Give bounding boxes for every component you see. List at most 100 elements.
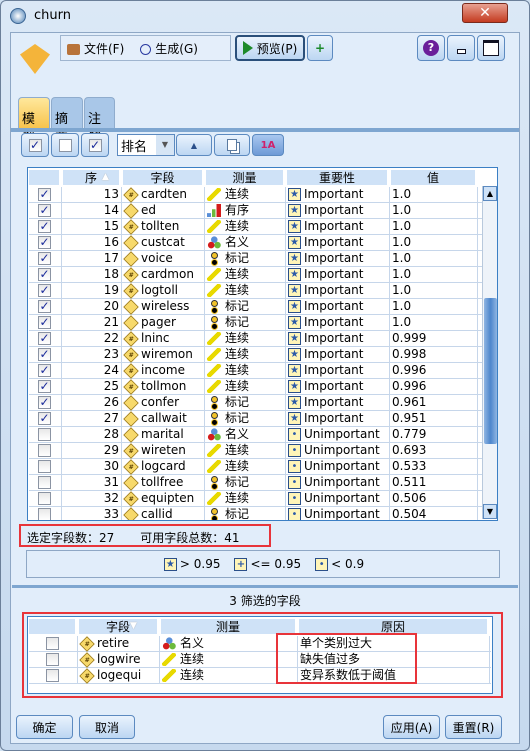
cell: 标记 [205, 251, 286, 267]
menu-file[interactable]: 文件(F) [67, 40, 124, 57]
include-checkbox[interactable]: ✓ [38, 188, 51, 201]
include-checkbox[interactable] [38, 460, 51, 473]
help-button[interactable]: ? [417, 35, 445, 61]
table-row[interactable]: 33 callid 标记 • Unimportant 0.504 [29, 507, 483, 521]
table-row[interactable]: ✓ 21 pager 标记 ★ Important 1.0 [29, 315, 483, 331]
table-row[interactable]: ✓ 23 # wiremon 连续 ★ Important 0.998 [29, 347, 483, 363]
table-row[interactable]: ✓ 14 ed 有序 ★ Important 1.0 [29, 203, 483, 219]
restore-checkbox[interactable] [46, 653, 59, 666]
column-header[interactable] [28, 618, 76, 635]
include-checkbox[interactable]: ✓ [38, 300, 51, 313]
table-row[interactable]: ✓ 18 # cardmon 连续 ★ Important 1.0 [29, 267, 483, 283]
include-checkbox[interactable]: ✓ [38, 204, 51, 217]
cell: 17 [62, 251, 122, 267]
measure: 连续 [225, 379, 250, 393]
table-row[interactable]: ✓ 24 # income 连续 ★ Important 0.996 [29, 363, 483, 379]
column-header[interactable]: 字段 [122, 169, 203, 186]
tab-annotation[interactable]: 注解 [84, 97, 115, 146]
cell: ★ Important [286, 299, 390, 315]
cell [28, 668, 78, 684]
importance: Important [304, 299, 364, 313]
apply-button[interactable]: 应用(A) [383, 715, 440, 739]
include-checkbox[interactable]: ✓ [38, 380, 51, 393]
copy-button[interactable] [214, 134, 250, 156]
column-header[interactable]: 序 [62, 169, 120, 186]
restore-checkbox[interactable] [46, 637, 59, 650]
table-row[interactable]: ✓ 27 callwait 标记 ★ Important 0.951 [29, 411, 483, 427]
table-row[interactable]: ✓ 20 wireless 标记 ★ Important 1.0 [29, 299, 483, 315]
include-checkbox[interactable]: ✓ [38, 220, 51, 233]
table-row[interactable]: ✓ 26 confer 标记 ★ Important 0.961 [29, 395, 483, 411]
ruler-icon [207, 492, 221, 505]
table-row[interactable]: 30 # logcard 连续 • Unimportant 0.533 [29, 459, 483, 475]
include-checkbox[interactable]: ✓ [38, 364, 51, 377]
table-row[interactable]: ✓ 22 # lninc 连续 ★ Important 0.999 [29, 331, 483, 347]
column-header[interactable]: 测量 [205, 169, 284, 186]
include-checkbox[interactable]: ✓ [38, 284, 51, 297]
filtered-row[interactable]: # retire 名义 单个类别过大 [29, 636, 491, 652]
ok-button[interactable]: 确定 [16, 715, 73, 739]
check-all-button[interactable]: ✓ [21, 133, 49, 157]
column-header[interactable]: 字段 [78, 618, 158, 635]
include-checkbox[interactable] [38, 476, 51, 489]
filtered-row[interactable]: # logequi 连续 变异系数低于阈值 [29, 668, 491, 684]
restore-checkbox[interactable] [46, 669, 59, 682]
include-checkbox[interactable]: ✓ [38, 316, 51, 329]
preview-button[interactable]: 预览(P) [235, 35, 305, 61]
column-header[interactable] [28, 169, 60, 186]
tab-model[interactable]: 模型 [18, 97, 50, 146]
table-row[interactable]: ✓ 13 # cardten 连续 ★ Important 1.0 [29, 187, 483, 203]
maximize-button[interactable] [477, 35, 505, 61]
ruler-icon [207, 188, 221, 201]
table-row[interactable]: ✓ 19 # logtoll 连续 ★ Important 1.0 [29, 283, 483, 299]
include-checkbox[interactable] [38, 428, 51, 441]
table-scrollbar[interactable]: ▲ ▼ [482, 186, 497, 519]
include-checkbox[interactable] [38, 444, 51, 457]
table-row[interactable]: 32 # equipten 连续 • Unimportant 0.506 [29, 491, 483, 507]
include-checkbox[interactable]: ✓ [38, 252, 51, 265]
sort-ascending-button[interactable]: ▲ [176, 134, 212, 156]
include-checkbox[interactable]: ✓ [38, 236, 51, 249]
scroll-down-button[interactable]: ▼ [483, 504, 497, 519]
splitter[interactable] [12, 585, 518, 588]
cell: ed [122, 203, 205, 219]
rank: 19 [103, 283, 119, 297]
scroll-up-button[interactable]: ▲ [483, 186, 497, 201]
include-checkbox[interactable]: ✓ [38, 332, 51, 345]
reset-button[interactable]: 重置(R) [445, 715, 502, 739]
include-checkbox[interactable]: ✓ [38, 348, 51, 361]
value: 0.504 [392, 507, 427, 521]
reason-highlight [276, 633, 417, 684]
table-row[interactable]: ✓ 17 voice 标记 ★ Important 1.0 [29, 251, 483, 267]
include-checkbox[interactable] [38, 492, 51, 505]
toggle-selection-button[interactable]: ✓ [81, 133, 109, 157]
add-to-stream-button[interactable]: + [307, 35, 333, 61]
table-row[interactable]: ✓ 15 # tollten 连续 ★ Important 1.0 [29, 219, 483, 235]
sort-order-button[interactable]: 1A [252, 134, 284, 156]
table-row[interactable]: ✓ 25 # tollmon 连续 ★ Important 0.996 [29, 379, 483, 395]
rank: 30 [103, 459, 119, 473]
sort-dropdown[interactable]: 排名 ▼ [117, 134, 175, 156]
table-row[interactable]: 29 # wireten 连续 • Unimportant 0.693 [29, 443, 483, 459]
include-checkbox[interactable] [38, 508, 51, 520]
tab-summary[interactable]: 摘要 [51, 97, 83, 146]
include-checkbox[interactable]: ✓ [38, 396, 51, 409]
include-checkbox[interactable]: ✓ [38, 268, 51, 281]
column-header[interactable]: 值 [390, 169, 476, 186]
minimize-button[interactable] [447, 35, 475, 61]
table-row[interactable]: ✓ 16 custcat 名义 ★ Important 1.0 [29, 235, 483, 251]
scroll-thumb[interactable] [484, 298, 497, 444]
table-row[interactable]: 31 tollfree 标记 • Unimportant 0.511 [29, 475, 483, 491]
cancel-button[interactable]: 取消 [79, 715, 135, 739]
cell: 标记 [205, 299, 286, 315]
close-button[interactable]: ✕ [462, 3, 508, 23]
table-row[interactable]: 28 marital 名义 • Unimportant 0.779 [29, 427, 483, 443]
uncheck-all-button[interactable] [51, 133, 79, 157]
column-header[interactable]: 重要性 [286, 169, 388, 186]
measure: 标记 [225, 411, 250, 425]
cell: • Unimportant [286, 443, 390, 459]
include-checkbox[interactable]: ✓ [38, 412, 51, 425]
value: 1.0 [392, 235, 412, 249]
filtered-row[interactable]: # logwire 连续 缺失值过多 [29, 652, 491, 668]
menu-generate[interactable]: 生成(G) [140, 40, 198, 57]
